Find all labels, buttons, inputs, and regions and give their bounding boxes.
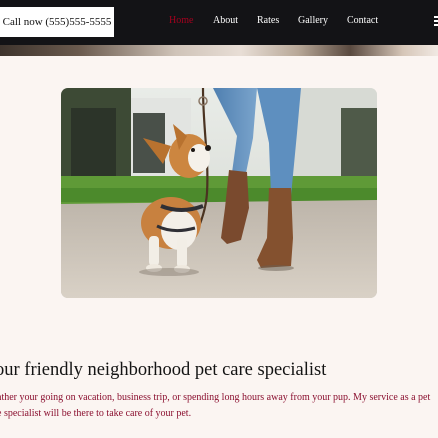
- hero-photo: [61, 88, 377, 298]
- nav-link-home[interactable]: Home: [169, 15, 193, 26]
- nav-link-about[interactable]: About: [213, 15, 238, 26]
- intro-line-1: ather your going on vacation, business t…: [0, 392, 431, 403]
- nav-link-rates[interactable]: Rates: [257, 15, 279, 26]
- intro-line-2: e specialist will be there to take care …: [0, 408, 192, 419]
- hamburger-menu-icon[interactable]: [434, 16, 438, 26]
- corgi-walk-photo: [61, 88, 377, 298]
- nav-link-contact[interactable]: Contact: [347, 15, 378, 26]
- main-nav: Home About Rates Gallery Contact: [0, 15, 438, 29]
- page-headline: our friendly neighborhood pet care speci…: [0, 360, 327, 380]
- intro-paragraph: ather your going on vacation, business t…: [0, 390, 438, 422]
- nav-link-gallery[interactable]: Gallery: [298, 15, 328, 26]
- hero-image-strip: [0, 45, 438, 56]
- top-navbar: Call now (555)555-5555 Home About Rates …: [0, 0, 438, 45]
